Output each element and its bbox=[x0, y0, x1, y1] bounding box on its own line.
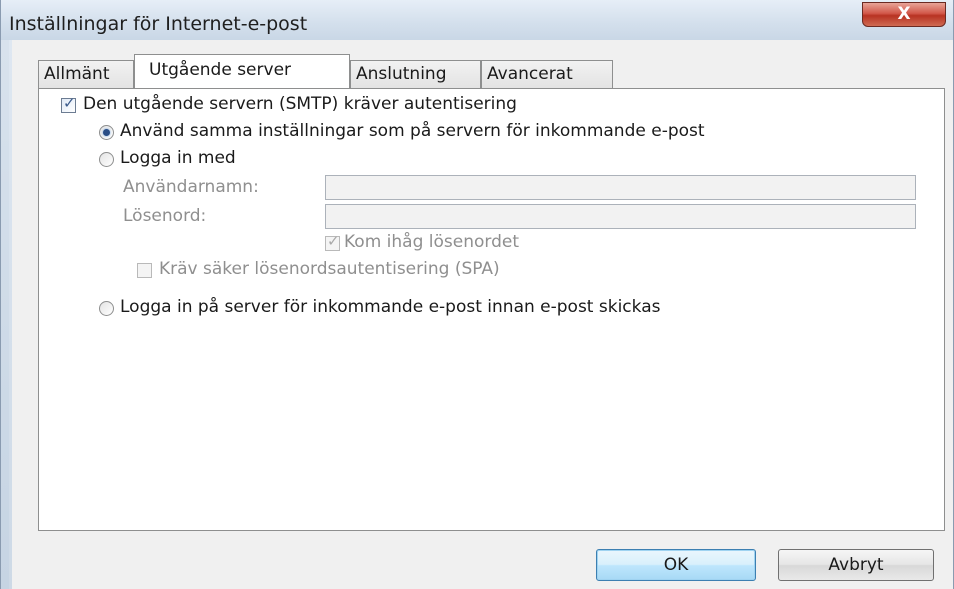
dialog-client-area: Allmänt Utgående server Anslutning Avanc… bbox=[12, 40, 953, 589]
login-before-send-label: Logga in på server för inkommande e-post… bbox=[120, 297, 661, 317]
close-button[interactable]: X bbox=[862, 2, 946, 27]
radio-dot-icon bbox=[103, 129, 110, 136]
password-field[interactable] bbox=[325, 204, 916, 229]
window-frame bbox=[1, 40, 9, 589]
tab-advanced[interactable]: Avancerat bbox=[481, 60, 613, 88]
tab-connection[interactable]: Anslutning bbox=[350, 60, 481, 88]
settings-dialog: Inställningar för Internet-e-post X Allm… bbox=[0, 0, 954, 589]
login-with-radio[interactable] bbox=[99, 152, 114, 167]
smtp-auth-label: Den utgående servern (SMTP) kräver auten… bbox=[83, 94, 517, 114]
spa-checkbox[interactable] bbox=[137, 263, 152, 278]
spa-label: Kräv säker lösenordsautentisering (SPA) bbox=[159, 259, 500, 279]
title-bar[interactable]: Inställningar för Internet-e-post X bbox=[1, 0, 953, 40]
same-settings-radio[interactable] bbox=[99, 125, 114, 140]
username-label: Användarnamn: bbox=[123, 177, 259, 197]
username-field[interactable] bbox=[325, 175, 916, 200]
smtp-auth-checkbox[interactable]: ✓ bbox=[61, 94, 76, 113]
check-icon: ✓ bbox=[327, 232, 340, 250]
cancel-button[interactable]: Avbryt bbox=[778, 549, 934, 581]
close-icon: X bbox=[897, 4, 911, 24]
password-label: Lösenord: bbox=[123, 206, 207, 226]
button-bar: OK Avbryt bbox=[12, 531, 953, 589]
login-before-send-radio[interactable] bbox=[99, 301, 114, 316]
check-icon: ✓ bbox=[63, 94, 76, 112]
tab-general[interactable]: Allmänt bbox=[38, 60, 134, 88]
login-with-label: Logga in med bbox=[120, 148, 236, 168]
tab-outgoing-server[interactable]: Utgående server bbox=[134, 54, 350, 88]
ok-button[interactable]: OK bbox=[596, 549, 756, 581]
remember-password-checkbox[interactable]: ✓ bbox=[325, 232, 340, 251]
window-title: Inställningar för Internet-e-post bbox=[9, 13, 308, 35]
outgoing-server-panel: ✓ Den utgående servern (SMTP) kräver aut… bbox=[38, 88, 945, 531]
same-settings-label: Använd samma inställningar som på server… bbox=[120, 121, 705, 141]
remember-password-label: Kom ihåg lösenordet bbox=[344, 232, 519, 252]
